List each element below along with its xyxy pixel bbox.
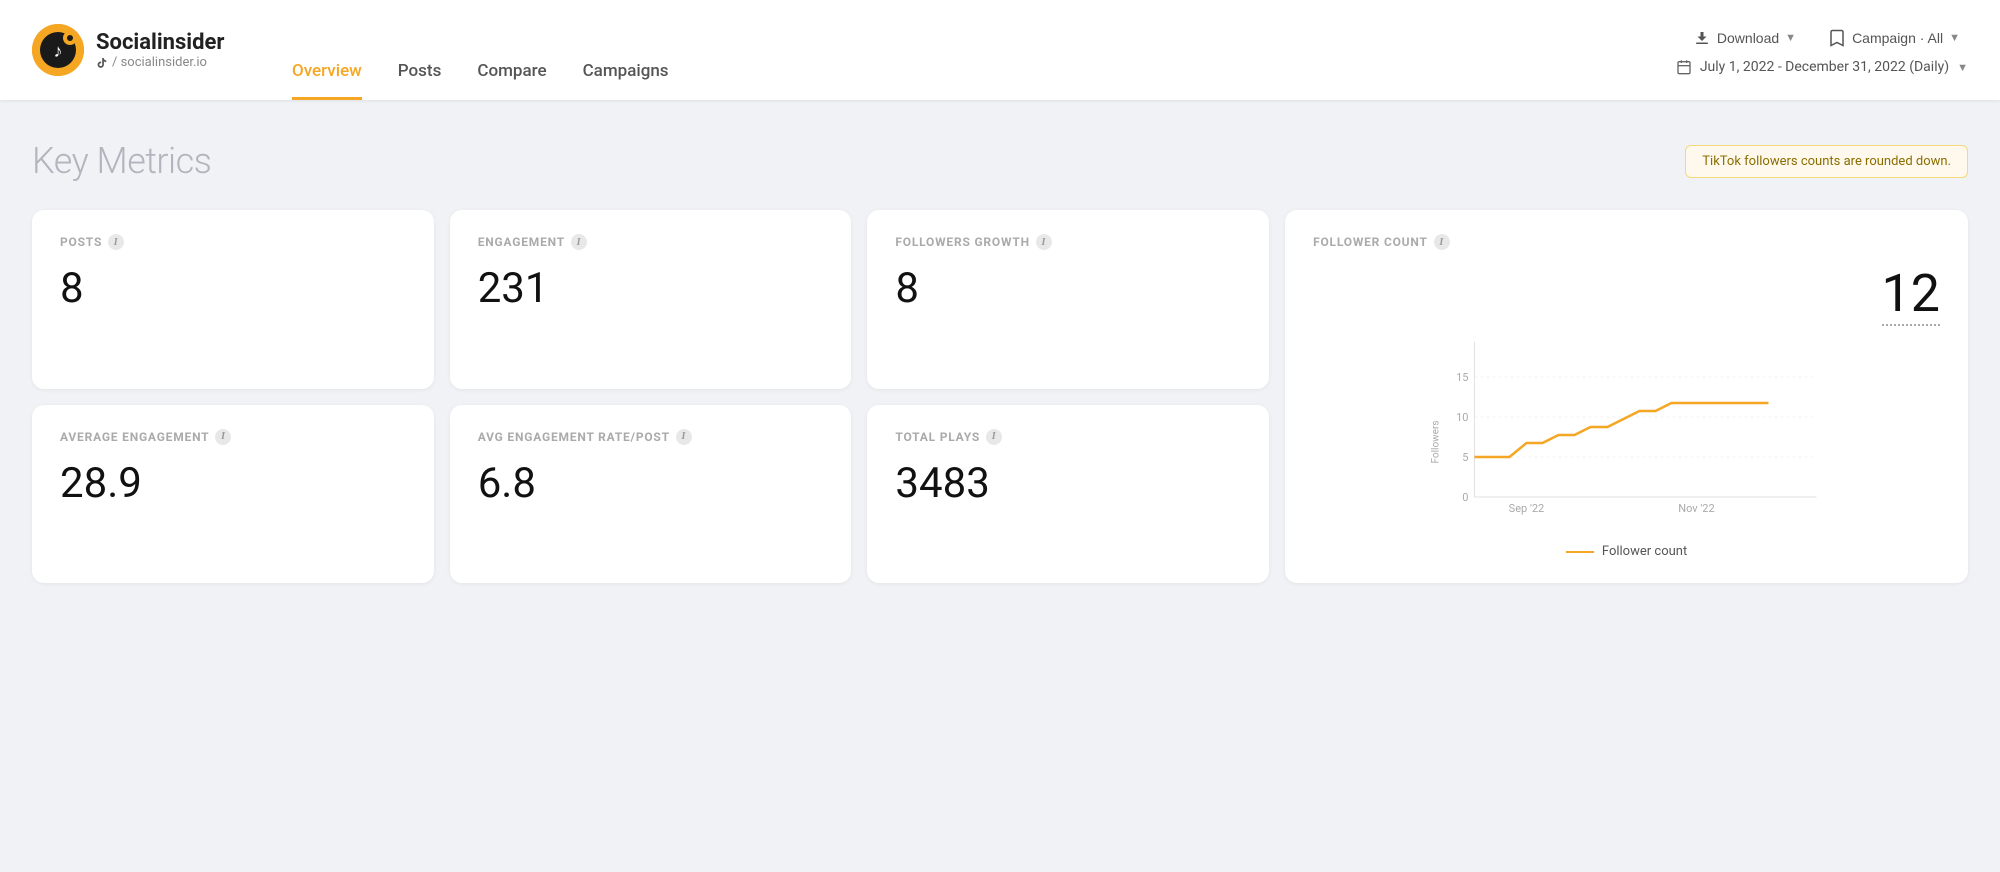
download-button[interactable]: Download ▼ bbox=[1685, 25, 1804, 51]
metric-value-followers-growth: 8 bbox=[895, 268, 1241, 310]
svg-text:Sep '22: Sep '22 bbox=[1509, 502, 1545, 515]
logo-area: ♪ Socialinsider / socialinsider.io bbox=[32, 24, 252, 76]
notice-badge: TikTok followers counts are rounded down… bbox=[1685, 145, 1968, 178]
header-right: Download ▼ Campaign · All ▼ July 1, 2022… bbox=[1676, 25, 1968, 75]
legend-line bbox=[1566, 551, 1594, 553]
svg-text:5: 5 bbox=[1462, 451, 1468, 464]
metric-card-engagement: ENGAGEMENT i 231 bbox=[450, 210, 852, 389]
follower-count-value: 12 bbox=[1313, 268, 1940, 320]
svg-text:0: 0 bbox=[1462, 491, 1468, 504]
metric-label-followers-growth: FOLLOWERS GROWTH i bbox=[895, 234, 1241, 250]
main-nav: Overview Posts Compare Campaigns bbox=[292, 0, 669, 100]
main-content: Key Metrics TikTok followers counts are … bbox=[0, 100, 2000, 872]
info-icon-engagement[interactable]: i bbox=[571, 234, 587, 250]
nav-campaigns[interactable]: Campaigns bbox=[583, 61, 669, 100]
svg-text:15: 15 bbox=[1456, 371, 1468, 384]
bookmark-icon bbox=[1828, 29, 1846, 47]
metrics-grid: POSTS i 8 ENGAGEMENT i 231 FOLLOWERS GRO… bbox=[32, 210, 1968, 583]
campaign-chevron: ▼ bbox=[1949, 32, 1960, 44]
brand-logo: ♪ bbox=[32, 24, 84, 76]
follower-count-card: FOLLOWER COUNT i 12 0 5 bbox=[1285, 210, 1968, 583]
metric-label-total-plays: TOTAL PLAYS i bbox=[895, 429, 1241, 445]
download-icon bbox=[1693, 29, 1711, 47]
svg-text:10: 10 bbox=[1456, 411, 1468, 424]
metric-value-posts: 8 bbox=[60, 268, 406, 310]
section-title: Key Metrics bbox=[32, 140, 211, 182]
info-icon-avg-engagement[interactable]: i bbox=[215, 429, 231, 445]
header: ♪ Socialinsider / socialinsider.io Overv… bbox=[0, 0, 2000, 100]
metric-value-total-plays: 3483 bbox=[895, 463, 1241, 505]
brand-handle: / socialinsider.io bbox=[96, 55, 224, 70]
info-icon-followers-growth[interactable]: i bbox=[1036, 234, 1052, 250]
metric-label-engagement: ENGAGEMENT i bbox=[478, 234, 824, 250]
follower-chart-container: 0 5 10 15 Followers Sep '22 Nov '22 bbox=[1313, 332, 1940, 536]
metric-label-posts: POSTS i bbox=[60, 234, 406, 250]
nav-compare[interactable]: Compare bbox=[477, 61, 546, 100]
metric-value-avg-engagement: 28.9 bbox=[60, 463, 406, 505]
metric-card-posts: POSTS i 8 bbox=[32, 210, 434, 389]
metric-card-followers-growth: FOLLOWERS GROWTH i 8 bbox=[867, 210, 1269, 389]
calendar-icon bbox=[1676, 59, 1692, 75]
metric-value-engagement: 231 bbox=[478, 268, 824, 310]
svg-text:Nov '22: Nov '22 bbox=[1678, 502, 1714, 515]
campaign-button[interactable]: Campaign · All ▼ bbox=[1820, 25, 1968, 51]
svg-text:♪: ♪ bbox=[54, 41, 63, 62]
metric-label-avg-rate: AVG ENGAGEMENT RATE/POST i bbox=[478, 429, 824, 445]
info-icon-avg-rate[interactable]: i bbox=[676, 429, 692, 445]
metric-card-total-plays: TOTAL PLAYS i 3483 bbox=[867, 405, 1269, 584]
follower-chart-svg: 0 5 10 15 Followers Sep '22 Nov '22 bbox=[1313, 332, 1940, 532]
brand-name: Socialinsider bbox=[96, 30, 224, 55]
section-header: Key Metrics TikTok followers counts are … bbox=[32, 140, 1968, 182]
info-icon-posts[interactable]: i bbox=[108, 234, 124, 250]
header-controls-row: Download ▼ Campaign · All ▼ bbox=[1685, 25, 1968, 51]
metric-card-avg-engagement: AVERAGE ENGAGEMENT i 28.9 bbox=[32, 405, 434, 584]
tiktok-icon bbox=[96, 57, 108, 69]
date-range-button[interactable]: July 1, 2022 - December 31, 2022 (Daily)… bbox=[1676, 59, 1968, 75]
metric-value-avg-rate: 6.8 bbox=[478, 463, 824, 505]
brand-info: Socialinsider / socialinsider.io bbox=[96, 30, 224, 70]
info-icon-follower-count[interactable]: i bbox=[1434, 234, 1450, 250]
download-chevron: ▼ bbox=[1785, 32, 1796, 44]
nav-posts[interactable]: Posts bbox=[398, 61, 442, 100]
info-icon-total-plays[interactable]: i bbox=[986, 429, 1002, 445]
date-chevron: ▼ bbox=[1957, 61, 1968, 74]
metric-card-avg-rate: AVG ENGAGEMENT RATE/POST i 6.8 bbox=[450, 405, 852, 584]
chart-legend: Follower count bbox=[1313, 544, 1940, 559]
metric-label-avg-engagement: AVERAGE ENGAGEMENT i bbox=[60, 429, 406, 445]
nav-overview[interactable]: Overview bbox=[292, 61, 362, 100]
svg-text:Followers: Followers bbox=[1431, 420, 1442, 463]
metric-label-follower-count: FOLLOWER COUNT i bbox=[1313, 234, 1940, 250]
